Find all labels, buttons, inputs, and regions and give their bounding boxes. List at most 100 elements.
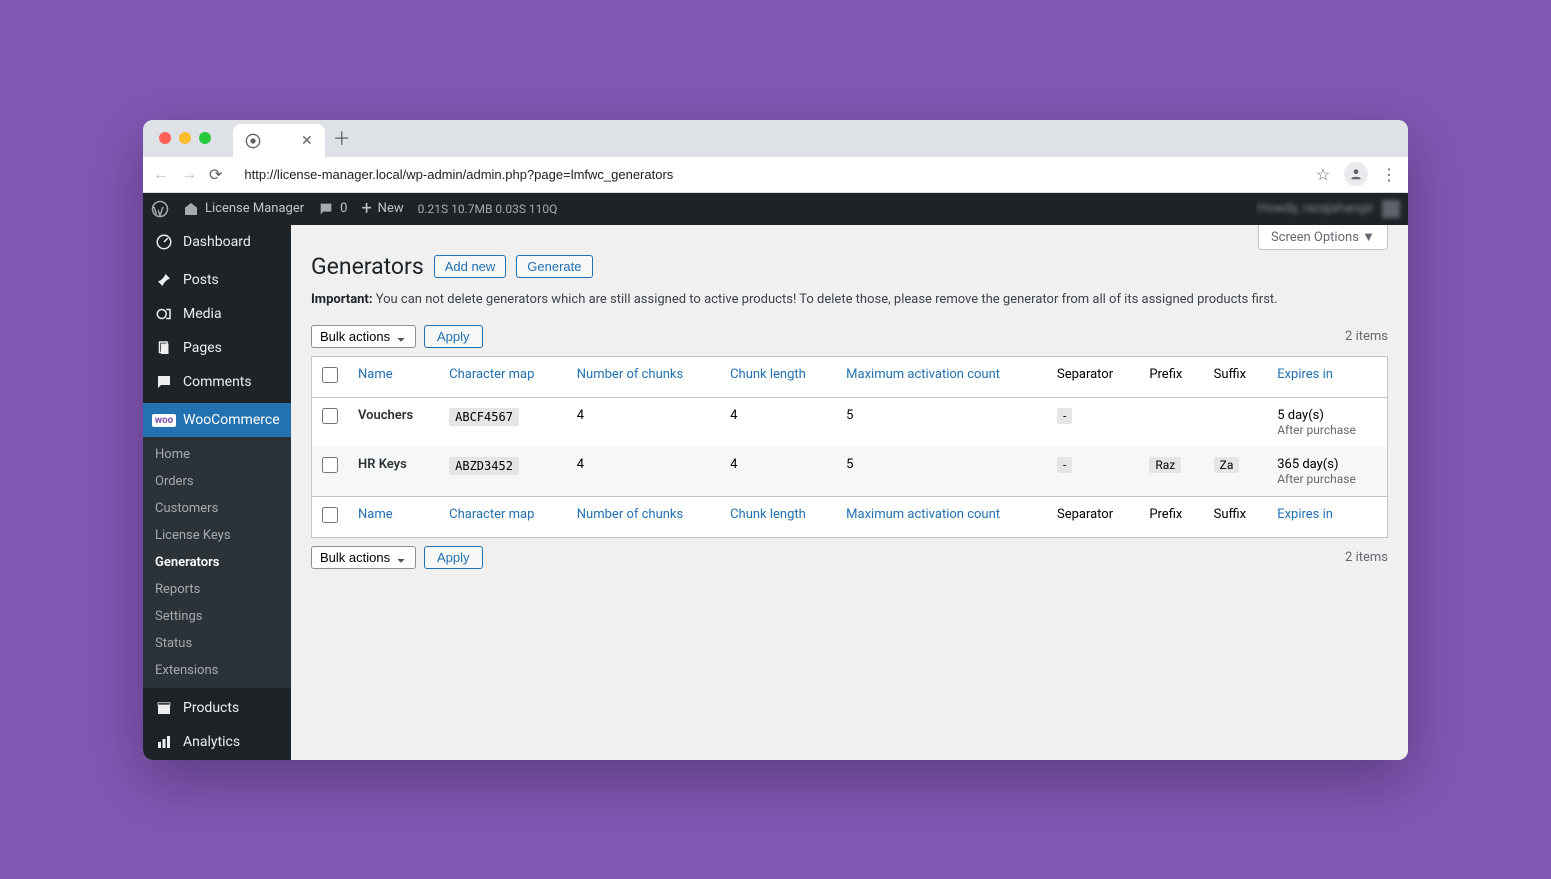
sidebar-item-label: Pages: [183, 340, 222, 356]
submenu-item-license-keys[interactable]: License Keys: [143, 522, 291, 549]
sidebar-item-woocommerce[interactable]: woo WooCommerce: [143, 403, 291, 437]
submenu-item-extensions[interactable]: Extensions: [143, 657, 291, 684]
column-chunklen[interactable]: Chunk length: [720, 356, 836, 397]
site-name: License Manager: [205, 201, 304, 216]
submenu-item-home[interactable]: Home: [143, 441, 291, 468]
reload-button[interactable]: ⟳: [209, 165, 222, 184]
sidebar-item-posts[interactable]: Posts: [143, 263, 291, 297]
column-name[interactable]: Name: [348, 496, 439, 537]
sidebar-item-pages[interactable]: Pages: [143, 331, 291, 365]
cell-suffix: Za: [1214, 457, 1240, 473]
generate-button[interactable]: Generate: [516, 255, 592, 278]
column-maxact[interactable]: Maximum activation count: [836, 496, 1047, 537]
star-icon[interactable]: ☆: [1314, 165, 1332, 183]
sidebar-item-label: Posts: [183, 272, 219, 288]
sidebar-item-media[interactable]: Media: [143, 297, 291, 331]
column-charmap[interactable]: Character map: [439, 356, 567, 397]
submenu-item-orders[interactable]: Orders: [143, 468, 291, 495]
column-maxact[interactable]: Maximum activation count: [836, 356, 1047, 397]
submenu-item-reports[interactable]: Reports: [143, 576, 291, 603]
comments-link[interactable]: 0: [318, 201, 347, 217]
submenu-item-customers[interactable]: Customers: [143, 495, 291, 522]
submenu-item-generators[interactable]: Generators: [143, 549, 291, 576]
submenu-item-status[interactable]: Status: [143, 630, 291, 657]
user-greeting[interactable]: Howdy, razajahangir: [1258, 200, 1400, 218]
add-new-button[interactable]: Add new: [434, 255, 507, 278]
cell-prefix: Raz: [1149, 457, 1181, 473]
apply-button[interactable]: Apply: [424, 325, 483, 348]
cell-separator: -: [1057, 457, 1072, 473]
table-row: Vouchers ABCF4567 4 4 5 - 5 day(s) After…: [312, 397, 1388, 447]
kebab-menu-icon[interactable]: ⋮: [1380, 165, 1398, 183]
wp-admin: License Manager 0 + New 0.21S 10.7MB 0.0…: [143, 193, 1408, 760]
sidebar-item-label: Analytics: [183, 734, 240, 750]
page-header: Generators Add new Generate: [311, 253, 1388, 280]
column-chunks[interactable]: Number of chunks: [567, 356, 720, 397]
items-count-bottom: 2 items: [1345, 550, 1388, 565]
url-input[interactable]: [234, 167, 1302, 182]
column-expires[interactable]: Expires in: [1267, 356, 1387, 397]
new-content-link[interactable]: + New: [361, 201, 403, 216]
generators-table: Name Character map Number of chunks Chun…: [311, 356, 1388, 538]
important-notice: Important: You can not delete generators…: [311, 292, 1388, 307]
items-count: 2 items: [1345, 329, 1388, 344]
bulk-actions-select[interactable]: Bulk actions: [311, 325, 416, 348]
user-avatar: [1382, 200, 1400, 218]
column-suffix: Suffix: [1204, 356, 1268, 397]
row-checkbox[interactable]: [322, 408, 338, 424]
new-tab-button[interactable]: ＋: [333, 125, 351, 151]
column-prefix: Prefix: [1139, 356, 1203, 397]
column-chunks[interactable]: Number of chunks: [567, 496, 720, 537]
cell-suffix: [1204, 397, 1268, 447]
sidebar-item-label: Comments: [183, 374, 252, 390]
row-checkbox[interactable]: [322, 457, 338, 473]
main-content: Screen Options ▼ Generators Add new Gene…: [291, 225, 1408, 760]
close-window-button[interactable]: [159, 132, 171, 144]
back-button[interactable]: ←: [153, 164, 169, 184]
cell-maxact: 5: [836, 397, 1047, 447]
select-all-checkbox-footer[interactable]: [322, 507, 338, 523]
forward-button[interactable]: →: [181, 164, 197, 184]
sidebar-item-analytics[interactable]: Analytics: [143, 725, 291, 759]
browser-tab[interactable]: ✕: [233, 124, 325, 158]
column-charmap[interactable]: Character map: [439, 496, 567, 537]
apply-button-bottom[interactable]: Apply: [424, 546, 483, 569]
wp-logo[interactable]: [151, 200, 169, 218]
new-label: New: [378, 201, 404, 216]
close-tab-button[interactable]: ✕: [301, 133, 313, 149]
sidebar-item-products[interactable]: Products: [143, 691, 291, 725]
bulk-actions-select-bottom[interactable]: Bulk actions: [311, 546, 416, 569]
table-row: HR Keys ABZD3452 4 4 5 - Raz Za 365 day(…: [312, 447, 1388, 497]
comment-icon: [155, 373, 173, 391]
sidebar-item-comments[interactable]: Comments: [143, 365, 291, 399]
site-link[interactable]: License Manager: [183, 201, 304, 217]
product-icon: [155, 699, 173, 717]
row-name[interactable]: Vouchers: [358, 408, 413, 423]
maximize-window-button[interactable]: [199, 132, 211, 144]
cell-expires-sub: After purchase: [1277, 423, 1377, 437]
browser-window: ✕ ＋ ← → ⟳ ☆ ⋮ License Manager 0: [143, 120, 1408, 760]
sidebar-item-dashboard[interactable]: Dashboard: [143, 225, 291, 259]
row-name[interactable]: HR Keys: [358, 457, 407, 472]
column-expires[interactable]: Expires in: [1267, 496, 1387, 537]
column-prefix: Prefix: [1139, 496, 1203, 537]
minimize-window-button[interactable]: [179, 132, 191, 144]
woocommerce-submenu: Home Orders Customers License Keys Gener…: [143, 437, 291, 688]
select-all-checkbox[interactable]: [322, 367, 338, 383]
screen-options-button[interactable]: Screen Options ▼: [1258, 225, 1388, 250]
performance-stats: 0.21S 10.7MB 0.03S 110Q: [418, 202, 558, 216]
cell-charmap: ABZD3452: [449, 457, 519, 475]
profile-button[interactable]: [1344, 162, 1368, 186]
cell-chunks: 4: [567, 397, 720, 447]
column-chunklen[interactable]: Chunk length: [720, 496, 836, 537]
wp-admin-bar: License Manager 0 + New 0.21S 10.7MB 0.0…: [143, 193, 1408, 225]
cell-prefix: [1139, 397, 1203, 447]
column-name[interactable]: Name: [348, 356, 439, 397]
sidebar-item-label: Dashboard: [183, 234, 251, 250]
cell-expires-sub: After purchase: [1277, 472, 1377, 486]
cell-chunks: 4: [567, 447, 720, 497]
column-separator: Separator: [1047, 356, 1139, 397]
cell-maxact: 5: [836, 447, 1047, 497]
cell-expires: 365 day(s): [1277, 457, 1338, 472]
submenu-item-settings[interactable]: Settings: [143, 603, 291, 630]
